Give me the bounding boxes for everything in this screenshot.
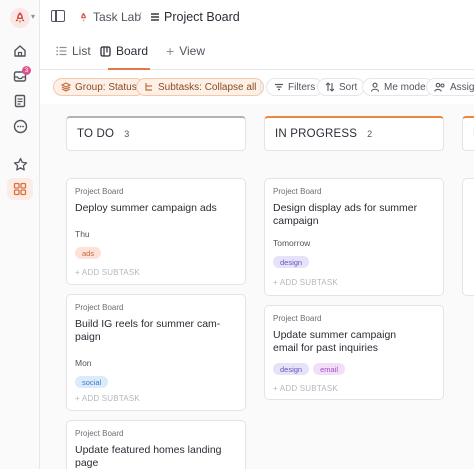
filter-icon [275,83,283,91]
task-card[interactable]: Project Board Build IG reels for summer … [66,294,246,411]
left-rail: ▾ 3 [0,0,40,469]
breadcrumb-parent-label: Task Lab [93,10,142,24]
tag-social[interactable]: social [75,376,109,388]
page-title: Project Board [164,10,240,24]
group-status-label: Group: Status [75,81,137,93]
user-icon [370,82,380,92]
card-tags: ads [75,247,237,259]
card-title: Design display ads for summer campaign [273,202,418,227]
board-icon [100,45,111,57]
card-tags: design email [273,363,435,375]
subtasks-button[interactable]: Subtasks: Collapse all [136,78,265,96]
users-icon [434,82,445,92]
spaces-grid-icon[interactable] [11,180,29,198]
card-tags: social [75,376,237,388]
workspace-logo[interactable] [10,8,30,28]
column-count: 3 [124,129,130,139]
breadcrumb-separator: / [138,10,142,24]
card-tags: design [273,256,435,268]
layers-icon [61,82,71,92]
tab-board-label: Board [116,44,149,58]
card-project: Project Board [75,429,124,438]
tag-ads[interactable]: ads [75,247,102,259]
task-card[interactable]: Project Board Deploy summer campaign ads… [66,178,246,285]
column-header-next[interactable]: R [462,116,474,151]
group-status-button[interactable]: Group: Status [53,78,145,96]
active-tab-underline [108,68,150,70]
breadcrumb-parent[interactable]: Task Lab [78,10,141,24]
card-due-date: Mon [75,358,92,368]
card-title: Update summer campaign email for past in… [273,329,397,354]
card-project: Project Board [75,303,124,312]
plus-icon: + [166,43,175,59]
add-view-button[interactable]: + View [166,44,205,58]
rocket-icon [15,12,25,24]
chevron-down-icon[interactable]: ▾ [31,12,35,21]
tag-email[interactable]: email [313,363,346,375]
assignee-label: Assign [450,81,474,93]
filters-label: Filters [288,81,316,93]
card-project: Project Board [273,314,322,323]
rocket-icon [81,12,86,22]
card-project: Project Board [75,187,124,196]
list-icon [56,46,67,56]
tab-board[interactable]: Board [100,44,148,58]
add-view-label: View [179,44,205,58]
subtasks-label: Subtasks: Collapse all [158,81,257,93]
task-card[interactable]: Project Board Update featured homes land… [66,420,246,469]
card-due-date: Thu [75,229,90,239]
add-subtask-button[interactable]: + ADD SUBTASK [75,394,140,403]
task-card[interactable]: Project Board Design display ads for sum… [264,178,444,296]
card-project: Project Board [273,187,322,196]
list-icon [151,13,159,21]
sort-icon [325,82,335,92]
add-subtask-button[interactable]: + ADD SUBTASK [273,384,338,393]
toolbar-divider [260,80,261,94]
breadcrumb-current[interactable]: Project Board [150,10,240,24]
sort-button[interactable]: Sort [317,78,366,96]
task-card[interactable]: Project Board Update summer campaign ema… [264,305,444,400]
card-title: Deploy summer campaign ads [75,202,217,214]
add-subtask-button[interactable]: + ADD SUBTASK [75,268,140,277]
task-card-partial[interactable] [462,178,474,296]
star-icon[interactable] [11,155,29,173]
add-subtask-button[interactable]: + ADD SUBTASK [273,278,338,287]
view-tabs: List Board + View [40,34,474,70]
card-title: Update featured homes landing page [75,444,222,469]
docs-icon[interactable] [11,92,29,110]
me-mode-label: Me mode [384,81,426,93]
card-title: Build IG reels for summer cam-paign [75,318,221,343]
more-icon[interactable] [11,117,29,135]
column-count: 2 [367,129,373,139]
top-header: Task Lab / Project Board [40,0,474,34]
tab-list-label: List [72,44,91,58]
tag-design[interactable]: design [273,363,310,375]
column-title: IN PROGRESS [275,128,358,140]
filters-button[interactable]: Filters [266,78,324,96]
home-icon[interactable] [11,42,29,60]
sidebar-toggle-icon[interactable] [51,10,65,22]
tab-list[interactable]: List [56,44,91,58]
subtasks-icon [145,83,152,91]
column-header-in-progress[interactable]: IN PROGRESS 2 [264,116,444,151]
me-mode-button[interactable]: Me mode [362,78,434,96]
column-header-todo[interactable]: TO DO 3 [66,116,246,151]
column-title: TO DO [77,128,115,140]
inbox-badge: 3 [22,66,31,75]
sort-label: Sort [339,81,358,93]
tag-design[interactable]: design [273,256,310,268]
assignee-button[interactable]: Assign [426,78,474,96]
card-due-date: Tomorrow [273,238,311,248]
